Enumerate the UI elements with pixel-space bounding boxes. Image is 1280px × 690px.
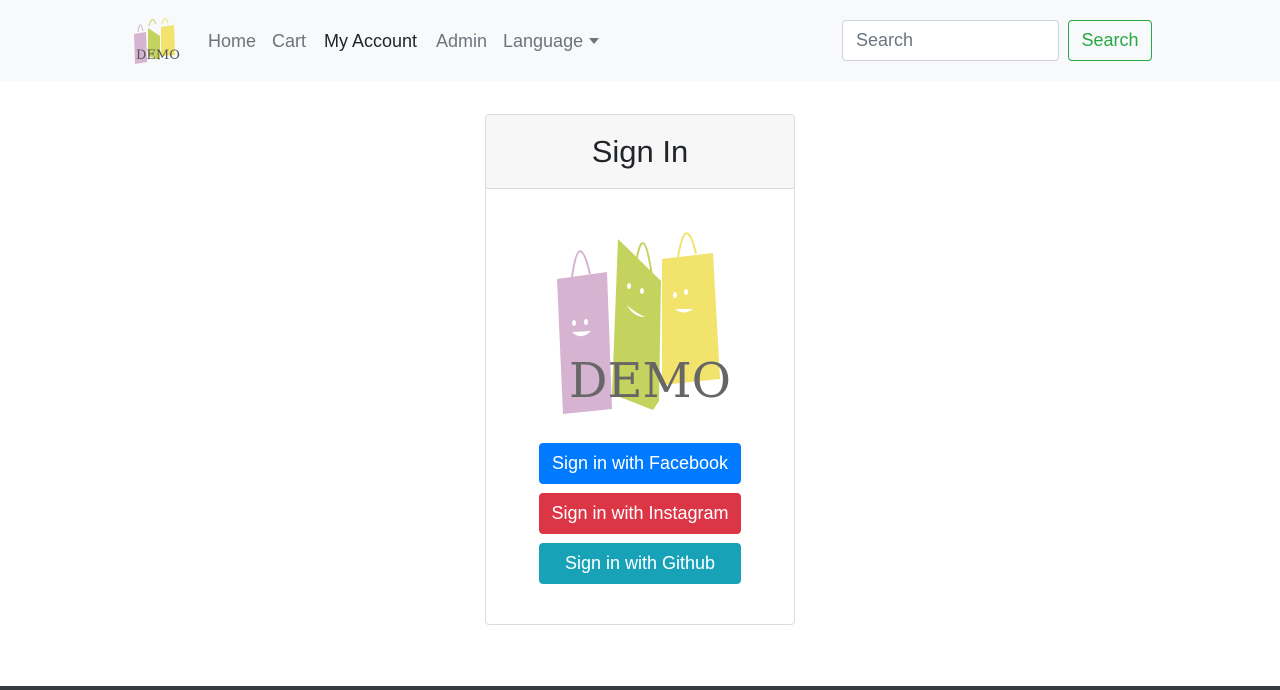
shopping-bags-logo-text: DEMO	[569, 353, 731, 409]
shopping-bags-logo: DEMO	[555, 229, 731, 415]
page-title: Sign In	[591, 134, 689, 169]
chevron-down-icon	[589, 38, 600, 44]
signin-github-button[interactable]: Sign in with Github	[539, 543, 741, 584]
nav-language-dropdown[interactable]: Language	[503, 30, 600, 52]
footer-divider	[0, 686, 1280, 690]
nav-language-label: Language	[503, 31, 584, 51]
signin-facebook-button[interactable]: Sign in with Facebook	[539, 443, 741, 484]
brand-logo-text: DEMO	[136, 48, 180, 63]
nav-my-account[interactable]: My Account	[324, 30, 417, 52]
nav-admin[interactable]: Admin	[436, 30, 487, 52]
navbar: DEMO Home Cart My Account Admin Language…	[0, 0, 1280, 81]
search-input[interactable]	[842, 20, 1059, 61]
signin-card: Sign In DEMO Sign in with Facebook Sign …	[485, 114, 795, 625]
search-button[interactable]: Search	[1068, 20, 1152, 61]
signin-card-header: Sign In	[486, 115, 794, 189]
nav-cart[interactable]: Cart	[272, 30, 306, 52]
nav-home[interactable]: Home	[208, 30, 256, 52]
signin-instagram-button[interactable]: Sign in with Instagram	[539, 493, 741, 534]
brand-logo[interactable]: DEMO	[132, 14, 180, 66]
